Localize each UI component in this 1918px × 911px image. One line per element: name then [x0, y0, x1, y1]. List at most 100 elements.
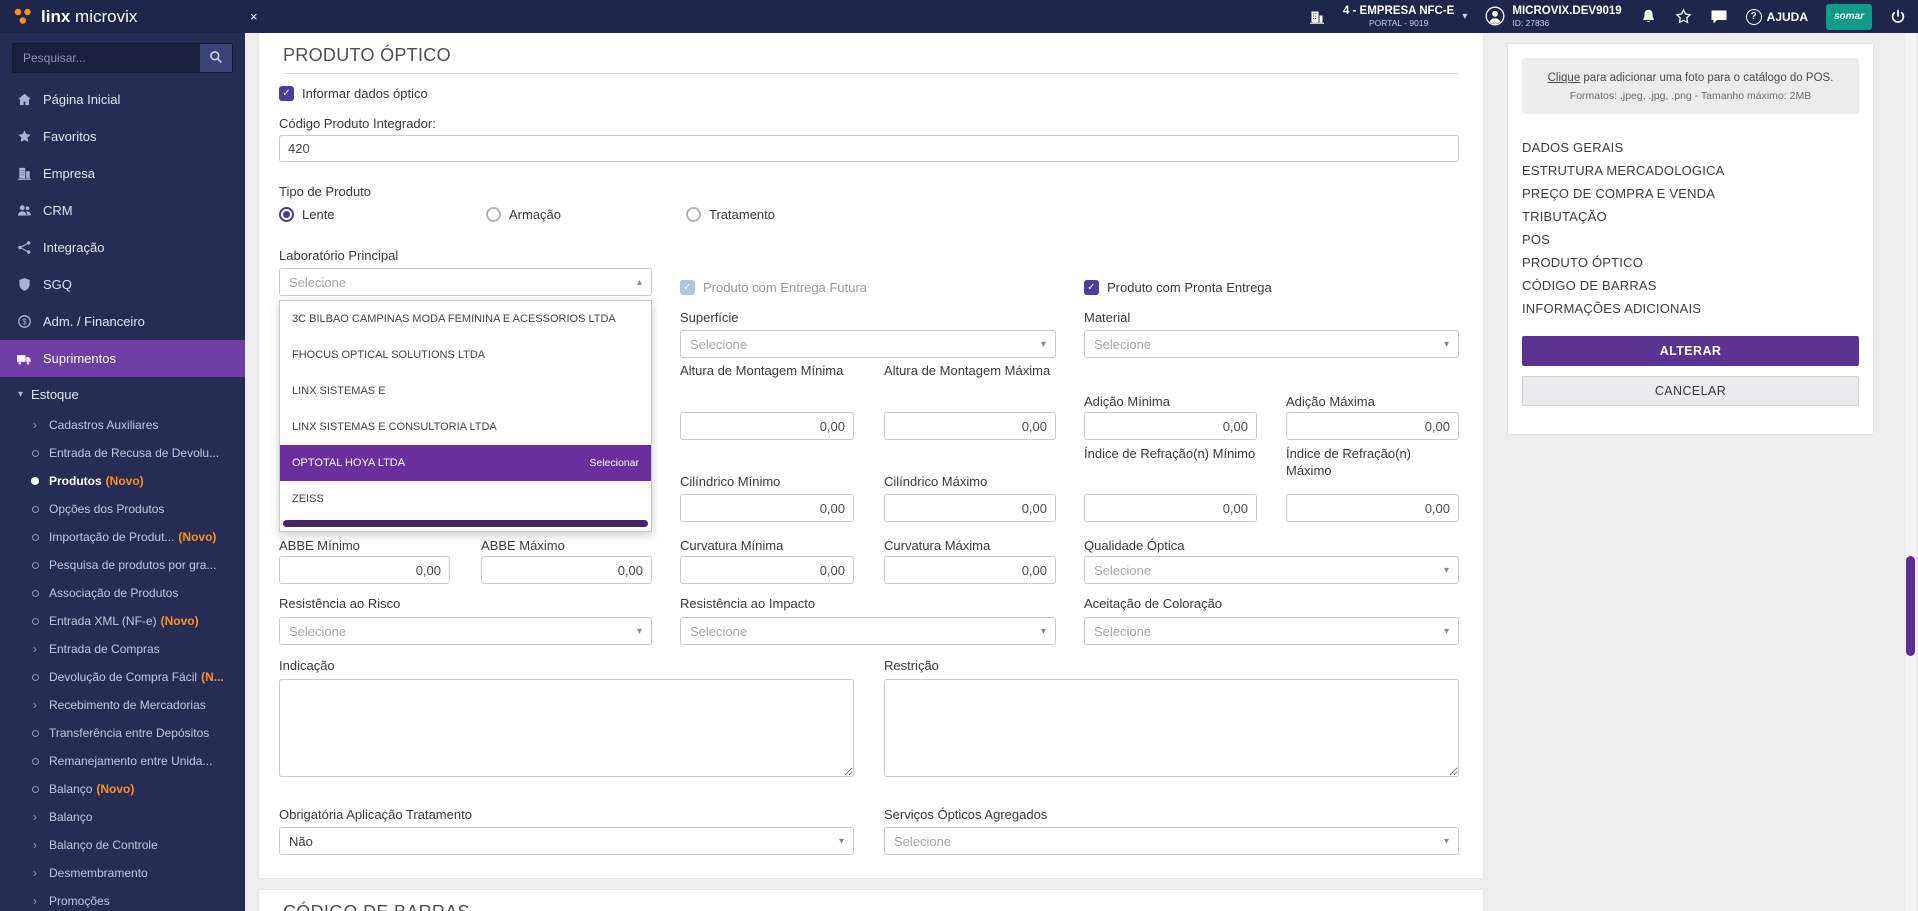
dropdown-option-fhocus-optical-solutions-ltda[interactable]: FHOCUS OPTICAL SOLUTIONS LTDA [280, 337, 651, 373]
chat-icon[interactable] [1710, 8, 1728, 25]
dropdown-option-action[interactable]: Selecionar [589, 457, 639, 469]
panel-link-preco-de-compra-e-venda[interactable]: PREÇO DE COMPRA E VENDA [1522, 182, 1859, 205]
altura-montagem-maxima-input[interactable] [884, 412, 1056, 440]
close-tab-icon[interactable]: × [250, 0, 258, 33]
sidebar-item-crm[interactable]: CRM [0, 192, 245, 229]
indice-refracao-minimo-input[interactable] [1084, 494, 1257, 522]
sidebar-subitem-balanco-14[interactable]: ›Balanço [0, 803, 245, 831]
help-button[interactable]: ? AJUDA [1746, 9, 1808, 25]
obrigatoria-aplicacao-tratamento-select[interactable]: Não▾ [279, 827, 854, 855]
field-label: Serviços Ópticos Agregados [884, 806, 1459, 823]
laboratorio-principal-select[interactable]: Selecione ▴ [279, 268, 652, 296]
sidebar-subitem-remanejamento-entre-unida-12[interactable]: Remanejamento entre Unida... [0, 747, 245, 775]
sidebar: Página InicialFavoritosEmpresaCRMIntegra… [0, 33, 245, 911]
sidebar-item-estoque[interactable]: ▾ Estoque [0, 377, 245, 411]
sidebar-subitem-balanco-13[interactable]: Balanço(Novo) [0, 775, 245, 803]
resistencia-impacto-select[interactable]: Selecione▾ [680, 617, 1056, 645]
brand[interactable]: linx microvix [0, 7, 137, 27]
abbe-maximo-input[interactable] [481, 556, 652, 584]
sidebar-subitem-importacao-de-produt-4[interactable]: Importação de Produt...(Novo) [0, 523, 245, 551]
search-input[interactable] [13, 44, 200, 72]
sidebar-subitem-promocoes-17[interactable]: ›Promoções [0, 887, 245, 911]
sidebar-subitem-devolucao-de-compra-facil-9[interactable]: Devolução de Compra Fácil(N... [0, 663, 245, 691]
abbe-minimo-input[interactable] [279, 556, 450, 584]
dropdown-option-linx-sistemas-e[interactable]: LINX SISTEMAS E [280, 373, 651, 409]
page-scrollbar-track[interactable] [1905, 33, 1916, 911]
notifications-bell-icon[interactable] [1640, 8, 1657, 25]
sidebar-item-sgq[interactable]: SGQ [0, 266, 245, 303]
partner-somar-logo[interactable]: somar [1826, 4, 1872, 30]
sidebar-subitem-associacao-de-produtos-6[interactable]: Associação de Produtos [0, 579, 245, 607]
panel-link-informacoes-adicionais[interactable]: INFORMAÇÕES ADICIONAIS [1522, 297, 1859, 320]
tipo-produto-radio-lente[interactable]: Lente [279, 205, 335, 223]
sidebar-item-suprimentos[interactable]: Suprimentos [0, 340, 245, 377]
sidebar-subitem-transferencia-entre-depositos-11[interactable]: Transferência entre Depósitos [0, 719, 245, 747]
sidebar-subitem-produtos-2[interactable]: Produtos(Novo) [0, 467, 245, 495]
sidebar-item-empresa[interactable]: Empresa [0, 155, 245, 192]
sidebar-subitem-entrada-de-recusa-de-devolu-1[interactable]: Entrada de Recusa de Devolu... [0, 439, 245, 467]
favorites-star-icon[interactable] [1675, 8, 1692, 25]
panel-link-tributacao[interactable]: TRIBUTAÇÃO [1522, 205, 1859, 228]
indicacao-textarea[interactable] [279, 679, 854, 777]
material-select[interactable]: Selecione▾ [1084, 330, 1459, 358]
panel-link-produto-optico[interactable]: PRODUTO ÓPTICO [1522, 251, 1859, 274]
power-logout-icon[interactable] [1890, 9, 1906, 25]
sidebar-item-integracao[interactable]: Integração [0, 229, 245, 266]
sidebar-item-pagina-inicial[interactable]: Página Inicial [0, 81, 245, 118]
curvatura-minima-input[interactable] [680, 556, 854, 584]
qualidade-optica-select[interactable]: Selecione▾ [1084, 556, 1459, 584]
sidebar-menu: Página InicialFavoritosEmpresaCRMIntegra… [0, 81, 245, 377]
cilindrico-minimo-input[interactable] [680, 494, 854, 522]
company-selector[interactable]: 4 - EMPRESA NFC-E PORTAL - 9019 ▾ [1343, 5, 1467, 29]
sidebar-item-adm-financeiro[interactable]: $Adm. / Financeiro [0, 303, 245, 340]
sidebar-subitem-balanco-de-controle-15[interactable]: ›Balanço de Controle [0, 831, 245, 859]
novo-badge: (Novo) [161, 614, 199, 628]
tipo-produto-radio-tratamento[interactable]: Tratamento [686, 205, 775, 223]
adicao-maxima-input[interactable] [1286, 412, 1459, 440]
page-scrollbar-thumb[interactable] [1906, 556, 1915, 656]
user-menu[interactable]: MICROVIX.DEV9019 ID: 27836 [1485, 5, 1621, 29]
dropdown-option-optotal-hoya-ltda[interactable]: OPTOTAL HOYA LTDASelecionar [280, 445, 651, 481]
sidebar-subitem-entrada-de-compras-8[interactable]: ›Entrada de Compras [0, 635, 245, 663]
sidebar-subitem-recebimento-de-mercadorias-10[interactable]: ›Recebimento de Mercadorias [0, 691, 245, 719]
produto-entrega-futura-checkbox[interactable]: ✓ Produto com Entrega Futura [680, 279, 867, 295]
photo-upload-link[interactable]: Clique [1548, 72, 1581, 84]
cilindrico-maximo-input[interactable] [884, 494, 1056, 522]
abbe-minimo-field: ABBE Mínimo [279, 537, 450, 584]
cancelar-button[interactable]: CANCELAR [1522, 376, 1859, 406]
dropdown-option-label: 3C BILBAO CAMPINAS MODA FEMININA E ACESS… [292, 313, 616, 325]
sidebar-subitem-desmembramento-16[interactable]: ›Desmembramento [0, 859, 245, 887]
sidebar-subitem-entrada-xml-nf-e-7[interactable]: Entrada XML (NF-e)(Novo) [0, 607, 245, 635]
tipo-produto-radio-armacao[interactable]: Armação [486, 205, 561, 223]
aceitacao-coloracao-select[interactable]: Selecione▾ [1084, 617, 1459, 645]
panel-link-pos[interactable]: POS [1522, 228, 1859, 251]
alterar-button[interactable]: ALTERAR [1522, 336, 1859, 366]
adicao-minima-input[interactable] [1084, 412, 1257, 440]
sidebar-item-favoritos[interactable]: Favoritos [0, 118, 245, 155]
panel-link-dados-gerais[interactable]: DADOS GERAIS [1522, 136, 1859, 159]
sidebar-subitem-pesquisa-de-produtos-por-gra-5[interactable]: Pesquisa de produtos por gra... [0, 551, 245, 579]
sidebar-subitem-opcoes-dos-produtos-3[interactable]: Opções dos Produtos [0, 495, 245, 523]
panel-link-codigo-de-barras[interactable]: CÓDIGO DE BARRAS [1522, 274, 1859, 297]
codigo-produto-integrador-input[interactable] [279, 135, 1459, 162]
photo-upload-box[interactable]: Clique para adicionar uma foto para o ca… [1522, 58, 1859, 114]
indice-refracao-maximo-input[interactable] [1286, 494, 1459, 522]
search-button[interactable] [200, 44, 232, 72]
informar-dados-optico-checkbox[interactable]: ✓ Informar dados óptico [279, 85, 428, 101]
altura-montagem-minima-input[interactable] [680, 412, 854, 440]
dropdown-option-linx-sistemas-e-consultoria-ltda[interactable]: LINX SISTEMAS E CONSULTORIA LTDA [280, 409, 651, 445]
search-icon [209, 50, 223, 67]
dropdown-option-zeiss[interactable]: ZEISS [280, 481, 651, 517]
restricao-textarea[interactable] [884, 679, 1459, 777]
resistencia-risco-select[interactable]: Selecione▾ [279, 617, 652, 645]
dropdown-horizontal-scrollbar[interactable] [283, 520, 648, 527]
curvatura-maxima-input[interactable] [884, 556, 1056, 584]
store-icon[interactable] [1309, 9, 1325, 25]
servicos-opticos-agregados-select[interactable]: Selecione▾ [884, 827, 1459, 855]
field-label: Altura de Montagem Mínima [680, 362, 854, 379]
dropdown-option-3c-bilbao-campinas-moda-feminina-e-acessorios-ltda[interactable]: 3C BILBAO CAMPINAS MODA FEMININA E ACESS… [280, 301, 651, 337]
produto-pronta-entrega-checkbox[interactable]: ✓ Produto com Pronta Entrega [1084, 279, 1272, 295]
panel-link-estrutura-mercadologica[interactable]: ESTRUTURA MERCADOLOGICA [1522, 159, 1859, 182]
sidebar-subitem-cadastros-auxiliares-0[interactable]: ›Cadastros Auxiliares [0, 411, 245, 439]
superficie-select[interactable]: Selecione▾ [680, 330, 1056, 358]
